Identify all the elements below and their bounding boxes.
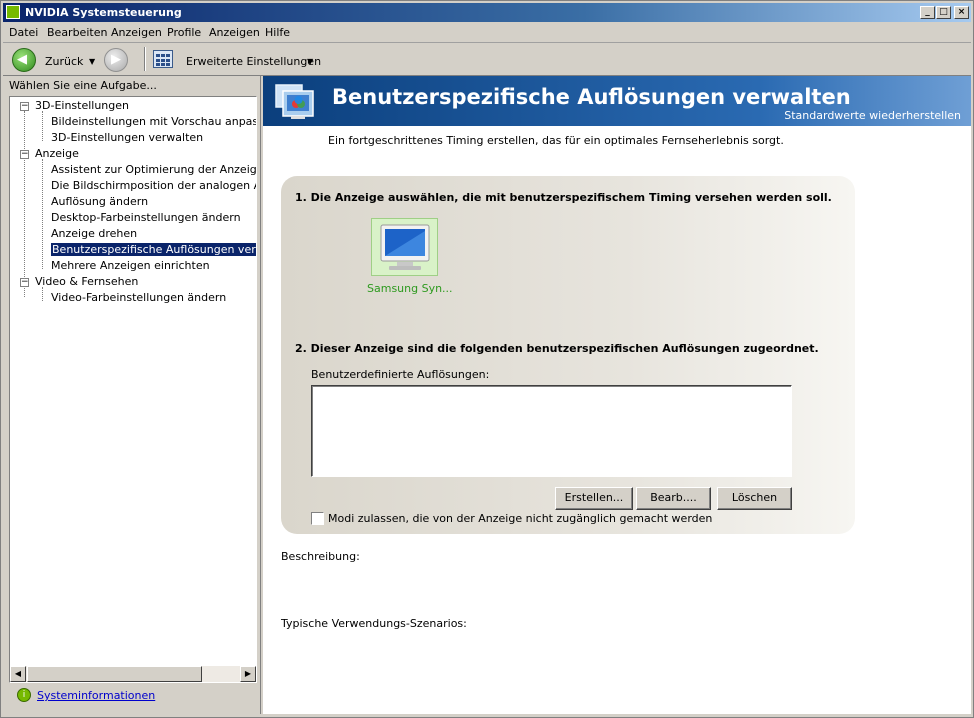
close-button[interactable]: × [954,6,969,19]
toolbar: ◀ Zurück ▼ ▶ Erweiterte Einstellungen ▼ [3,43,971,76]
edit-button[interactable]: Bearb.... [636,487,711,510]
window-title: NVIDIA Systemsteuerung [25,6,182,19]
collapse-icon[interactable]: − [20,102,29,111]
menu-hilfe[interactable]: Hilfe [265,26,290,39]
maximize-button[interactable]: □ [936,6,951,19]
scroll-thumb[interactable] [27,666,202,682]
custom-resolutions-label: Benutzerdefinierte Auflösungen: [311,368,490,381]
collapse-icon[interactable]: − [20,278,29,287]
menu-bar: Datei Bearbeiten Anzeigen Profile Anzeig… [3,23,971,43]
forward-arrow-icon[interactable]: ▶ [104,48,128,72]
settings-panel: 1. Die Anzeige auswählen, die mit benutz… [281,176,855,534]
page-title: Benutzerspezifische Auflösungen verwalte… [332,85,851,109]
info-icon: i [17,688,31,702]
system-info-link[interactable]: Systeminformationen [37,689,155,702]
tree-lines [24,111,26,297]
menu-datei[interactable]: Datei [9,26,38,39]
allow-modes-checkbox[interactable] [311,512,324,525]
task-pane: Wählen Sie eine Aufgabe... − 3D-Einstell… [3,76,261,714]
monitor-label[interactable]: Samsung Syn... [367,282,453,295]
back-button-label[interactable]: Zurück [45,55,83,68]
menu-anzeigen[interactable]: Anzeigen [111,26,162,39]
step2-heading: 2. Dieser Anzeige sind die folgenden ben… [295,342,819,355]
allow-modes-label[interactable]: Modi zulassen, die von der Anzeige nicht… [328,512,712,525]
page-header: Benutzerspezifische Auflösungen verwalte… [263,76,971,126]
tree-lines-anzeige [42,159,44,269]
display-settings-icon [275,84,314,119]
monitor-icon [380,224,430,270]
scroll-right-icon[interactable]: ▶ [240,666,256,682]
scroll-left-icon[interactable]: ◀ [10,666,26,682]
create-button[interactable]: Erstellen... [555,487,633,510]
nvidia-app-icon [6,5,20,19]
delete-button[interactable]: Löschen [717,487,792,510]
menu-bearbeiten[interactable]: Bearbeiten [47,26,107,39]
task-tree[interactable]: − 3D-Einstellungen Bildeinstellungen mit… [9,96,257,683]
restore-defaults-link[interactable]: Standardwerte wiederherstellen [784,109,961,122]
minimize-button[interactable]: _ [920,6,935,19]
custom-resolutions-list[interactable] [311,385,792,477]
page-intro: Ein fortgeschrittenes Timing erstellen, … [328,134,784,147]
back-arrow-icon[interactable]: ◀ [12,48,36,72]
step1-heading: 1. Die Anzeige auswählen, die mit benutz… [295,191,832,204]
monitor-tile[interactable] [371,218,438,276]
title-bar[interactable]: NVIDIA Systemsteuerung _ □ × [3,3,971,22]
app-window: NVIDIA Systemsteuerung _ □ × Datei Bearb… [0,0,974,718]
menu-profile[interactable]: Profile [167,26,201,39]
horizontal-scrollbar[interactable]: ◀ ▶ [10,666,256,682]
content-pane: Benutzerspezifische Auflösungen verwalte… [263,76,971,714]
tree-lines-video [42,287,44,301]
task-pane-title: Wählen Sie eine Aufgabe... [9,79,157,92]
advanced-settings-button[interactable]: Erweiterte Einstellungen [186,55,321,68]
toolbar-separator [144,47,146,71]
grid-view-icon[interactable] [153,50,173,68]
advanced-dropdown-icon[interactable]: ▼ [307,57,313,66]
tree-lines-3d [42,111,44,141]
back-dropdown-icon[interactable]: ▼ [89,57,95,66]
description-label: Beschreibung: [281,550,360,563]
scenarios-label: Typische Verwendungs-Szenarios: [281,617,467,630]
menu-anzeigen-2[interactable]: Anzeigen [209,26,260,39]
collapse-icon[interactable]: − [20,150,29,159]
